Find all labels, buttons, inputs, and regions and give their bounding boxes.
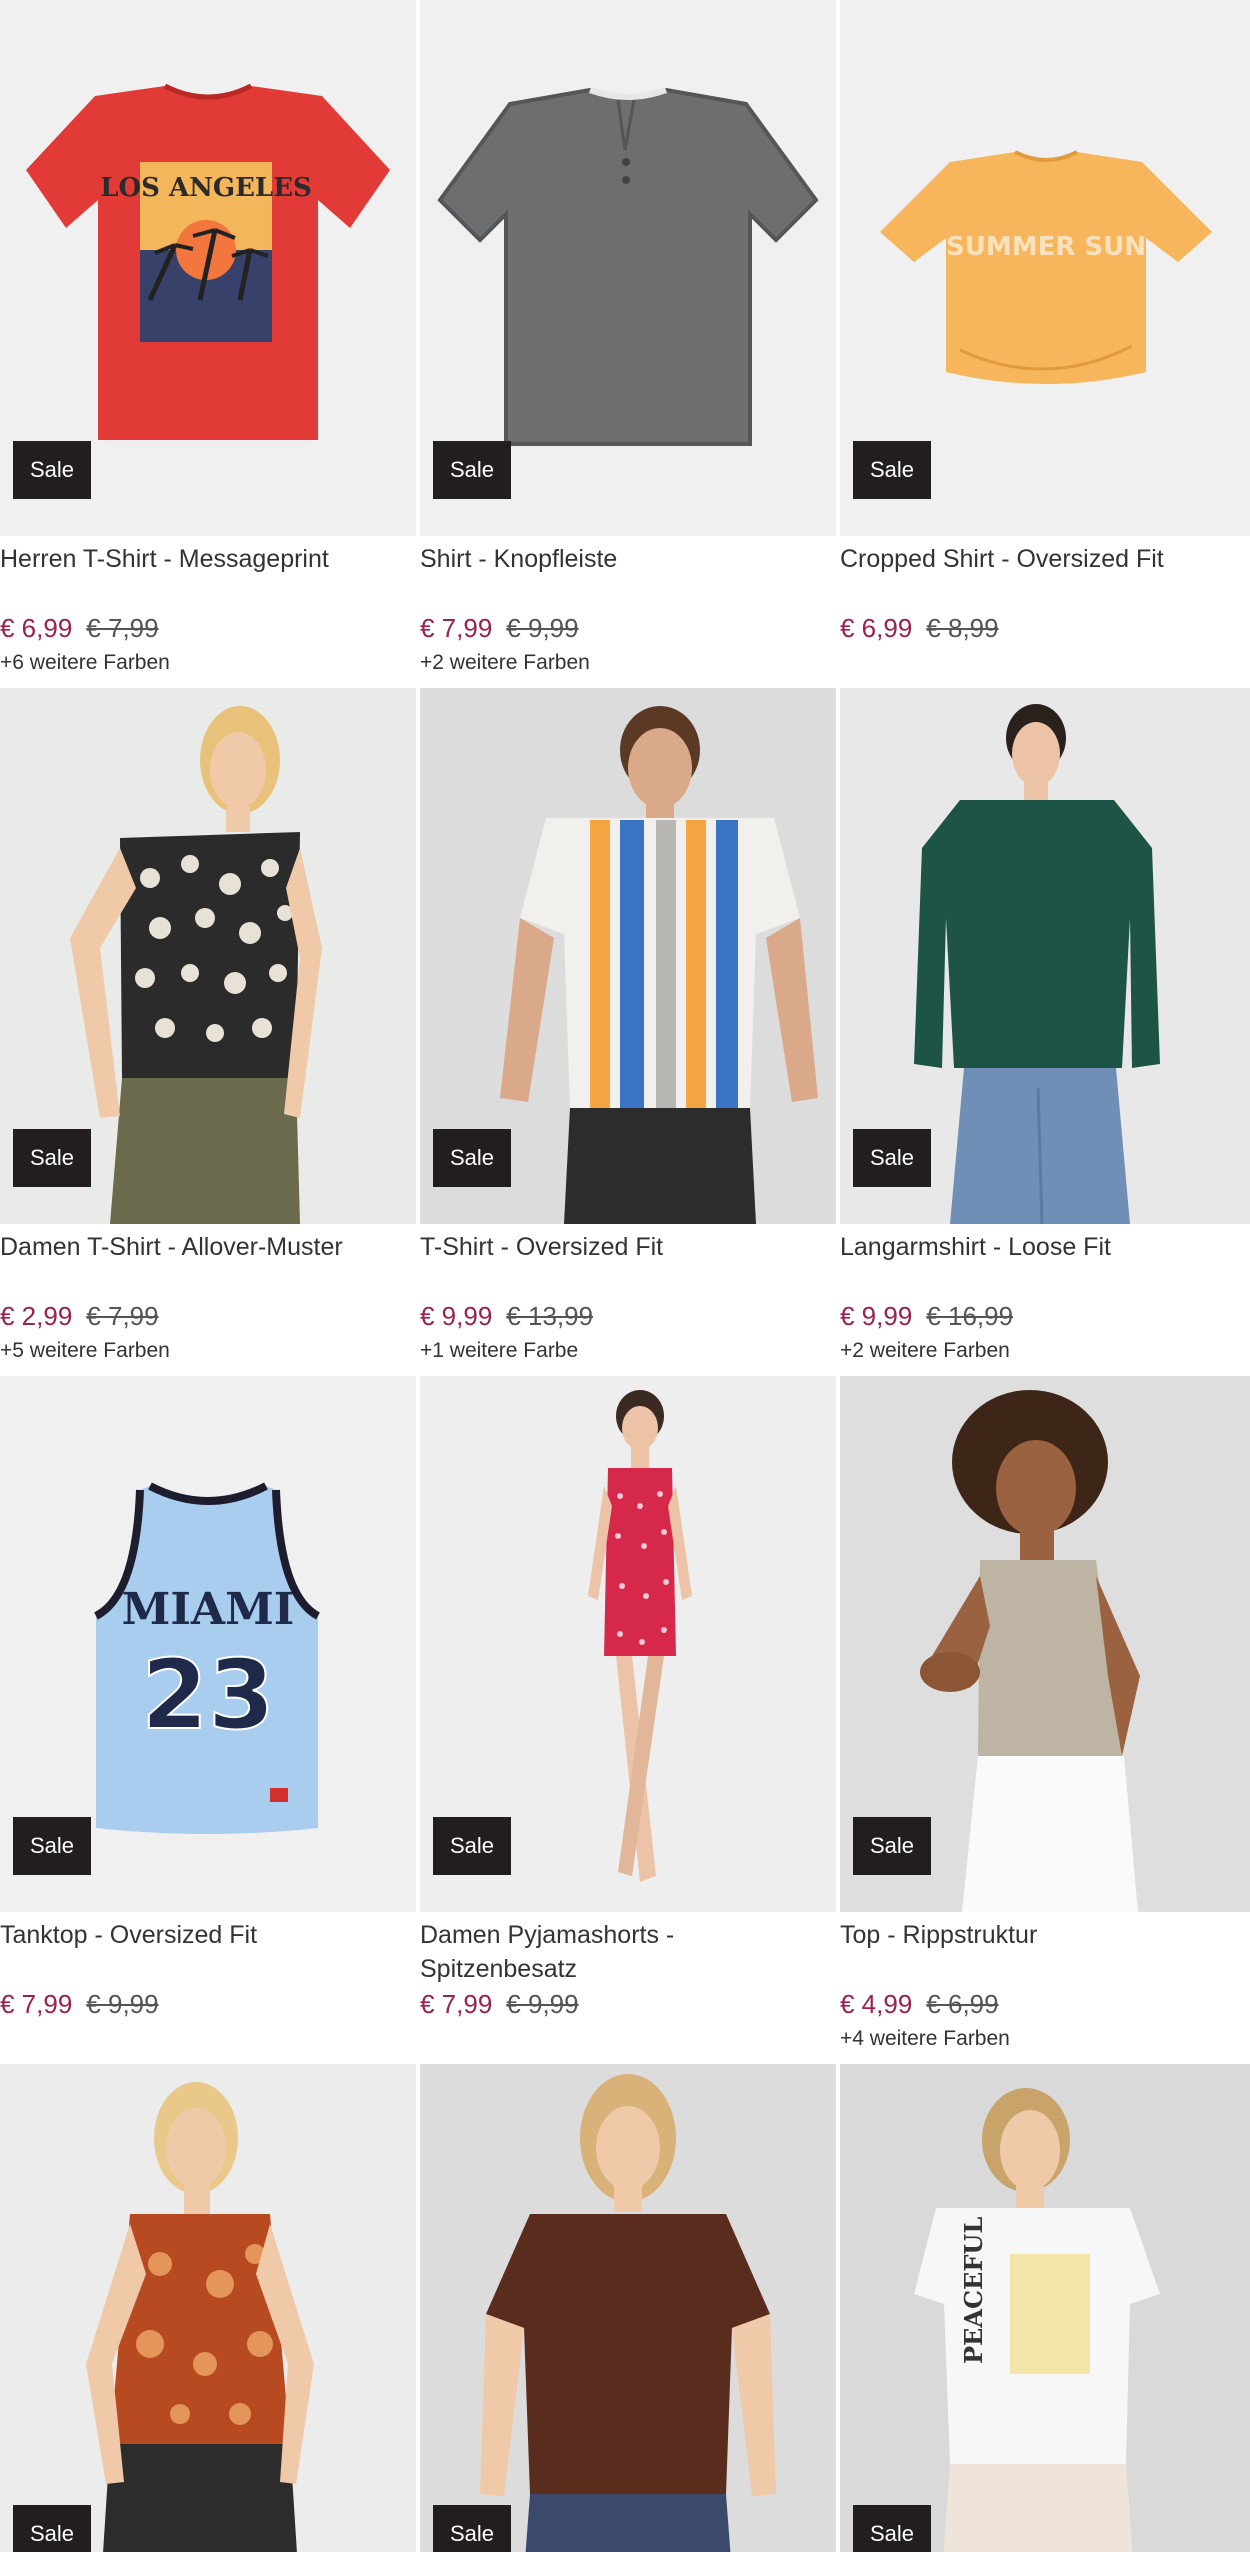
product-card[interactable]: Sale T-Shirt - Oversized Fit € 9,99 € 13,… [420,688,836,1376]
product-card[interactable]: Sale Langarmshirt - Loose Fit € 9,99 € 16… [840,688,1250,1376]
product-image[interactable]: LOS ANGELES Sale [0,0,416,536]
product-image[interactable]: Sale [420,688,836,1224]
sale-badge: Sale [853,441,931,499]
product-name[interactable]: Cropped Shirt - Oversized Fit [840,542,1250,576]
sale-badge: Sale [853,1817,931,1875]
sale-price: € 7,99 [420,1989,493,2019]
sale-price: € 9,99 [420,1301,493,1331]
original-price: € 9,99 [506,613,579,643]
product-name[interactable]: Shirt - Knopfleiste [420,542,836,576]
sale-badge: Sale [433,1129,511,1187]
more-colors-link[interactable]: +6 weitere Farben [0,650,170,676]
price-row: € 2,99 € 7,99 [0,1300,159,1332]
product-card[interactable]: Sale Damen Pyjamashorts - Spitzenbesatz … [420,1376,836,2064]
model-white-print-tee-image: PEACEFUL [840,2064,1250,2552]
product-card[interactable]: Sale Damen T-Shirt - Allover-Muster € 2,… [0,688,416,1376]
sale-badge: Sale [13,1817,91,1875]
product-card[interactable]: LOS ANGELES Sale Herren T-Shirt - Messag… [0,0,416,688]
sale-badge: Sale [13,441,91,499]
sale-price: € 6,99 [0,613,73,643]
product-image[interactable]: Sale [840,1376,1250,1912]
product-image[interactable]: Sale [0,2064,416,2552]
sale-badge: Sale [433,2505,511,2552]
sale-price: € 7,99 [0,1989,73,2019]
price-row: € 6,99 € 8,99 [840,612,999,644]
more-colors-link[interactable]: +1 weitere Farbe [420,1338,578,1364]
sale-price: € 7,99 [420,613,493,643]
sale-price: € 2,99 [0,1301,73,1331]
model-paisley-top-image [0,2064,416,2552]
more-colors-link[interactable]: +4 weitere Farben [840,2026,1010,2052]
product-card[interactable]: Sale [0,2064,416,2552]
original-price: € 9,99 [506,1989,579,2019]
price-row: € 6,99 € 7,99 [0,612,159,644]
original-price: € 8,99 [926,613,999,643]
sale-badge: Sale [853,2505,931,2552]
product-image[interactable]: SUMMER SUN Sale [840,0,1250,536]
price-row: € 9,99 € 13,99 [420,1300,593,1332]
more-colors-link[interactable]: +2 weitere Farben [420,650,590,676]
price-row: € 4,99 € 6,99 [840,1988,999,2020]
product-name[interactable]: Herren T-Shirt - Messageprint [0,542,416,576]
sale-price: € 9,99 [840,1301,913,1331]
print-text: LOS ANGELES [100,173,312,203]
original-price: € 13,99 [506,1301,594,1331]
product-image[interactable]: Sale [420,1376,836,1912]
product-card[interactable]: PEACEFUL Sale [840,2064,1250,2552]
more-colors-link[interactable]: +5 weitere Farben [0,1338,170,1364]
product-card[interactable]: SUMMER SUN Sale Cropped Shirt - Oversize… [840,0,1250,688]
original-price: € 7,99 [86,613,159,643]
product-card[interactable]: Sale Top - Rippstruktur € 4,99 € 6,99 +4 … [840,1376,1250,2064]
sale-badge: Sale [433,441,511,499]
product-image[interactable]: PEACEFUL Sale [840,2064,1250,2552]
original-price: € 7,99 [86,1301,159,1331]
price-row: € 7,99 € 9,99 [420,1988,579,2020]
product-name[interactable]: Tanktop - Oversized Fit [0,1918,416,1952]
price-row: € 9,99 € 16,99 [840,1300,1013,1332]
product-image[interactable]: Sale [420,0,836,536]
product-image[interactable]: Sale [0,688,416,1224]
product-image[interactable]: MIAMI 23 Sale [0,1376,416,1912]
product-grid: LOS ANGELES Sale Herren T-Shirt - Messag… [0,0,1250,2552]
product-name[interactable]: Top - Rippstruktur [840,1918,1250,1952]
product-image[interactable]: Sale [420,2064,836,2552]
original-price: € 6,99 [926,1989,999,2019]
sale-badge: Sale [13,2505,91,2552]
print-text: MIAMI [122,1584,295,1635]
product-card[interactable]: Sale [420,2064,836,2552]
product-image[interactable]: Sale [840,688,1250,1224]
sale-badge: Sale [853,1129,931,1187]
sale-badge: Sale [13,1129,91,1187]
product-card[interactable]: MIAMI 23 Sale Tanktop - Oversized Fit € … [0,1376,416,2064]
product-card[interactable]: Sale Shirt - Knopfleiste € 7,99 € 9,99 +2… [420,0,836,688]
price-row: € 7,99 € 9,99 [420,612,579,644]
print-text: PEACEFUL [959,2217,988,2364]
price-row: € 7,99 € 9,99 [0,1988,159,2020]
product-name[interactable]: T-Shirt - Oversized Fit [420,1230,836,1264]
product-name[interactable]: Damen T-Shirt - Allover-Muster [0,1230,416,1264]
model-brown-tshirt-image [420,2064,836,2552]
product-name[interactable]: Langarmshirt - Loose Fit [840,1230,1250,1264]
product-name[interactable]: Damen Pyjamashorts - Spitzenbesatz [420,1918,836,1986]
print-text: SUMMER SUN [946,232,1146,262]
original-price: € 16,99 [926,1301,1014,1331]
sale-price: € 6,99 [840,613,913,643]
sale-price: € 4,99 [840,1989,913,2019]
sale-badge: Sale [433,1817,511,1875]
original-price: € 9,99 [86,1989,159,2019]
print-number: 23 [141,1639,275,1751]
more-colors-link[interactable]: +2 weitere Farben [840,1338,1010,1364]
